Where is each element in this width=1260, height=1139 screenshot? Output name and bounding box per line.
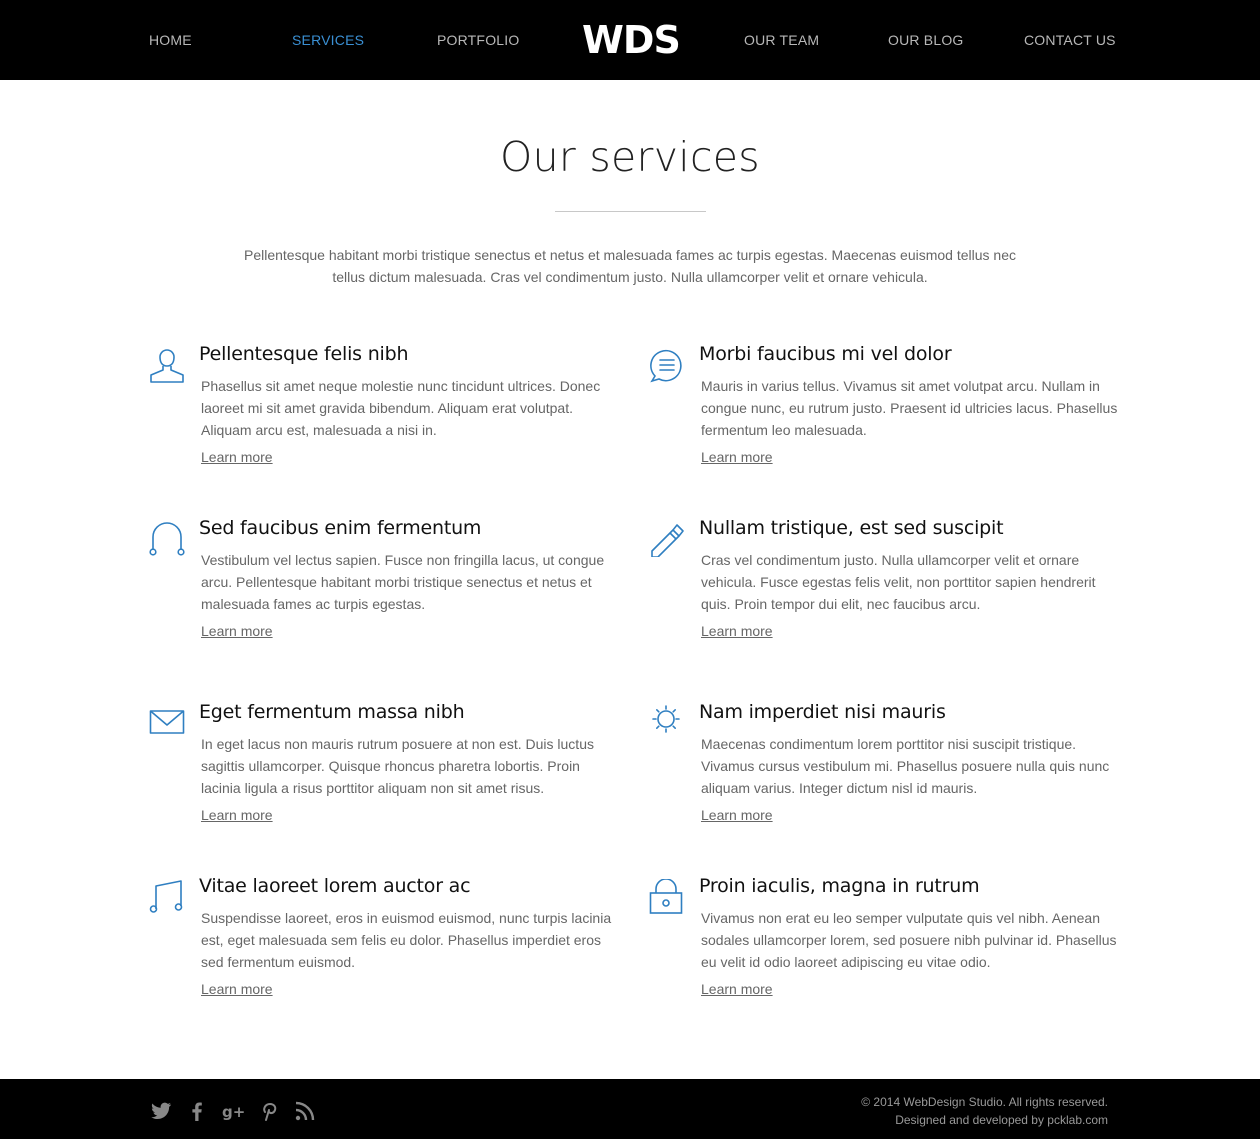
service-title: Proin iaculis, magna in rutrum — [699, 875, 980, 897]
learn-more-link[interactable]: Learn more — [201, 622, 273, 640]
service-description: Vestibulum vel lectus sapien. Fusce non … — [201, 552, 605, 612]
site-header: HOME SERVICES PORTFOLIO WDS OUR TEAM OUR… — [0, 0, 1260, 80]
service-title: Vitae laoreet lorem auctor ac — [199, 875, 471, 897]
headphones-icon — [149, 521, 185, 557]
service-description: In eget lacus non mauris rutrum posuere … — [201, 736, 594, 796]
service-title: Nullam tristique, est sed suscipit — [699, 517, 1004, 539]
footer-copyright: © 2014 WebDesign Studio. All rights rese… — [861, 1093, 1108, 1129]
service-item: Sed faucibus enim fermentum Vestibulum v… — [149, 515, 619, 655]
site-logo[interactable]: WDS — [582, 16, 681, 64]
lock-icon — [649, 879, 685, 915]
music-note-icon — [149, 879, 185, 915]
user-icon — [149, 347, 185, 383]
nav-home[interactable]: HOME — [149, 31, 192, 49]
nav-contact-us[interactable]: CONTACT US — [1024, 31, 1116, 49]
learn-more-link[interactable]: Learn more — [201, 448, 273, 466]
credit-text[interactable]: Designed and developed by pcklab.com — [861, 1111, 1108, 1129]
service-item: Nam imperdiet nisi mauris Maecenas condi… — [649, 699, 1119, 839]
service-description: Suspendisse laoreet, eros in euismod eui… — [201, 910, 612, 970]
learn-more-link[interactable]: Learn more — [701, 622, 773, 640]
learn-more-link[interactable]: Learn more — [201, 980, 273, 998]
envelope-icon — [149, 705, 185, 741]
title-divider — [555, 211, 706, 212]
nav-our-blog[interactable]: OUR BLOG — [888, 31, 964, 49]
service-title: Morbi faucibus mi vel dolor — [699, 343, 952, 365]
service-title: Sed faucibus enim fermentum — [199, 517, 482, 539]
service-item: Morbi faucibus mi vel dolor Mauris in va… — [649, 341, 1119, 481]
service-description: Phasellus sit amet neque molestie nunc t… — [201, 378, 601, 438]
service-description: Vivamus non erat eu leo semper vulputate… — [701, 910, 1117, 970]
google-plus-icon[interactable]: g+ — [221, 1099, 245, 1123]
service-description: Cras vel condimentum justo. Nulla ullamc… — [701, 552, 1096, 612]
service-item: Nullam tristique, est sed suscipit Cras … — [649, 515, 1119, 655]
site-footer: g+ © 2014 WebDesign Studio. All rights r… — [0, 1079, 1260, 1139]
service-item: Proin iaculis, magna in rutrum Vivamus n… — [649, 873, 1119, 1013]
nav-our-team[interactable]: OUR TEAM — [744, 31, 819, 49]
sun-icon — [649, 705, 685, 741]
pencil-icon — [649, 521, 685, 557]
learn-more-link[interactable]: Learn more — [701, 806, 773, 824]
service-title: Eget fermentum massa nibh — [199, 701, 465, 723]
learn-more-link[interactable]: Learn more — [201, 806, 273, 824]
learn-more-link[interactable]: Learn more — [701, 448, 773, 466]
rss-icon[interactable] — [293, 1099, 317, 1123]
intro-text: Pellentesque habitant morbi tristique se… — [244, 247, 1016, 285]
facebook-icon[interactable] — [185, 1099, 209, 1123]
nav-services[interactable]: SERVICES — [292, 31, 364, 49]
page-title: Our services — [500, 133, 760, 181]
svg-text:g+: g+ — [222, 1103, 245, 1121]
chat-bubble-icon — [649, 347, 685, 383]
service-title: Pellentesque felis nibh — [199, 343, 409, 365]
learn-more-link[interactable]: Learn more — [701, 980, 773, 998]
service-item: Eget fermentum massa nibh In eget lacus … — [149, 699, 619, 839]
copyright-text: © 2014 WebDesign Studio. All rights rese… — [861, 1095, 1108, 1109]
service-item: Pellentesque felis nibh Phasellus sit am… — [149, 341, 619, 481]
service-description: Mauris in varius tellus. Vivamus sit ame… — [701, 378, 1118, 438]
service-title: Nam imperdiet nisi mauris — [699, 701, 946, 723]
service-description: Maecenas condimentum lorem porttitor nis… — [701, 736, 1110, 796]
twitter-icon[interactable] — [149, 1099, 173, 1123]
service-item: Vitae laoreet lorem auctor ac Suspendiss… — [149, 873, 619, 1013]
pinterest-icon[interactable] — [257, 1099, 281, 1123]
nav-portfolio[interactable]: PORTFOLIO — [437, 31, 519, 49]
